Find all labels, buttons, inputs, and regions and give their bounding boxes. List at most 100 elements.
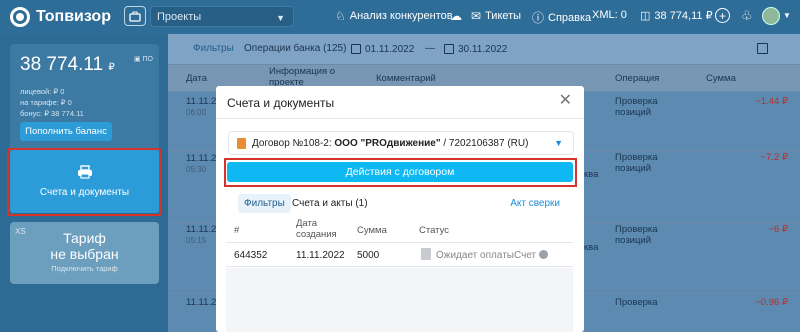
- nav-competitors-label: Анализ конкурентов: [349, 10, 453, 22]
- row-time: 05:30: [186, 165, 207, 174]
- row-operation: Проверка позиций: [615, 96, 658, 118]
- top-bar: Топвизор Проекты ▼ ♘ Анализ конкурентов …: [0, 0, 800, 34]
- export-icon[interactable]: [757, 43, 768, 54]
- col-sum: Сумма: [357, 225, 387, 236]
- tariff-size: XS: [15, 227, 26, 236]
- row-operation: Проверка позиций: [615, 152, 658, 174]
- chevron-down-icon[interactable]: ▼: [783, 11, 791, 20]
- col-num: #: [234, 225, 240, 236]
- invoice-date: 11.11.2022: [296, 250, 345, 261]
- balance-badge-text: ПО: [142, 56, 153, 63]
- row-operation: Проверка позиций: [615, 224, 658, 246]
- chevron-down-icon: ▼: [276, 13, 285, 23]
- row-comment: ква: [584, 169, 599, 180]
- contract-company: ООО "PROдвижение": [334, 137, 441, 149]
- empty-area: [226, 268, 573, 332]
- balance-badge: ▣ ПО: [134, 55, 153, 63]
- balance-currency: ₽: [108, 62, 115, 73]
- wallet-balance-value: 38 774,11 ₽: [654, 10, 713, 22]
- col-date[interactable]: Дата: [186, 73, 207, 84]
- col-created-line-1: Дата: [296, 218, 318, 229]
- invoice-status: Ожидает оплаты: [436, 250, 514, 261]
- balance-line-tariff: на тарифе: ₽ 0: [20, 98, 72, 107]
- date-separator: —: [425, 43, 435, 54]
- row-operation-line-2: позиций: [615, 107, 652, 118]
- row-sum: −7.2 ₽: [760, 152, 788, 163]
- tariff-card[interactable]: XS Тариф не выбран Подключить тариф: [10, 222, 159, 284]
- col-created: Дата создания: [296, 218, 337, 240]
- project-select[interactable]: Проекты ▼: [150, 6, 294, 27]
- filters-tab[interactable]: Фильтры: [193, 43, 234, 54]
- docs-highlight: [7, 148, 161, 216]
- tariff-link[interactable]: Подключить тариф: [10, 264, 159, 273]
- modal-tab-invoices-count: (1): [355, 198, 368, 209]
- date-from-value: 01.11.2022: [365, 43, 415, 55]
- row-operation-line-2: позиций: [615, 235, 652, 246]
- col-info: Информация о проекте: [269, 66, 335, 88]
- reconciliation-link[interactable]: Акт сверки: [510, 198, 560, 209]
- invoice-doc-link[interactable]: Счет: [514, 250, 549, 261]
- nav-competitors[interactable]: ♘ Анализ конкурентов: [335, 9, 453, 23]
- balance-amount: 38 774.11 ₽: [20, 54, 115, 76]
- project-select-value: Проекты: [157, 10, 202, 23]
- invoice-row[interactable]: 644352 11.11.2022 5000 Ожидает оплаты Сч…: [226, 243, 573, 267]
- invoice-number: 644352: [234, 250, 268, 261]
- date-to-value: 30.11.2022: [458, 43, 508, 55]
- modal-tab-filters[interactable]: Фильтры: [238, 194, 291, 213]
- row-time: 06:00: [186, 108, 207, 117]
- nav-tickets-label: Тикеты: [485, 10, 522, 22]
- modal-tab-invoices[interactable]: Счета и акты (1): [292, 198, 368, 209]
- bank-ops-tab[interactable]: Операции банка (125): [244, 43, 346, 54]
- xml-counter[interactable]: XML: 0: [592, 9, 627, 21]
- modal-tab-invoices-label: Счета и акты: [292, 198, 353, 209]
- check-circle-icon: [539, 250, 549, 259]
- row-comment: ква: [584, 242, 599, 253]
- calendar-icon: [444, 44, 454, 54]
- card-icon: ▣: [133, 56, 141, 63]
- projects-icon-button[interactable]: [124, 6, 146, 26]
- date-to[interactable]: 30.11.2022: [444, 40, 507, 58]
- contract-actions-button[interactable]: Действия с договором: [227, 162, 573, 182]
- document-icon: [421, 248, 431, 260]
- mail-icon: ✉: [471, 9, 482, 23]
- col-status: Статус: [419, 225, 450, 236]
- sidebar: 38 774.11 ₽ ▣ ПО лицевой: ₽ 0 на тарифе:…: [0, 34, 168, 332]
- date-from[interactable]: 01.11.2022: [351, 40, 414, 58]
- row-operation-line-2: позиций: [615, 163, 652, 174]
- avatar[interactable]: [762, 7, 780, 25]
- add-icon[interactable]: +: [715, 8, 730, 23]
- contract-label: Договор №108-2: ООО "PROдвижение" / 7202…: [252, 138, 528, 149]
- chevron-down-icon: ▼: [554, 138, 563, 148]
- documents-modal: Счета и документы ✕ Договор №108-2: ООО …: [216, 86, 584, 332]
- bank-ops-label: Операции банка: [244, 43, 321, 54]
- row-operation-line-1: Проверка: [615, 96, 658, 107]
- logo-icon: [10, 7, 30, 27]
- row-operation-line-1: Проверка: [615, 224, 658, 235]
- invoice-table-header: # Дата создания Сумма Статус: [226, 216, 573, 243]
- wallet-balance[interactable]: ◫ 38 774,11 ₽: [640, 9, 713, 22]
- col-info-line-1: Информация о: [269, 66, 336, 77]
- nav-tickets[interactable]: ✉ Тикеты: [471, 9, 521, 23]
- topup-button[interactable]: Пополнить баланс: [20, 122, 112, 141]
- modal-title: Счета и документы: [227, 96, 335, 110]
- col-created-line-2: создания: [296, 229, 337, 240]
- balance-breakdown: лицевой: ₽ 0 на тарифе: ₽ 0 бонус: ₽ 38 …: [20, 86, 84, 119]
- modal-header: Счета и документы ✕: [216, 86, 584, 119]
- nav-help[interactable]: ⓘ Справка: [532, 9, 591, 26]
- row-time: 05:15: [186, 236, 207, 245]
- calendar-icon: [351, 44, 361, 54]
- tariff-title-line-1: Тариф: [63, 230, 106, 246]
- row-operation-line-1: Проверка: [615, 152, 658, 163]
- col-sum[interactable]: Сумма: [706, 73, 736, 84]
- close-icon[interactable]: ✕: [559, 93, 572, 109]
- tariff-title: Тариф не выбран: [10, 230, 159, 262]
- bell-icon[interactable]: ♧: [741, 8, 753, 24]
- contract-select[interactable]: Договор №108-2: ООО "PROдвижение" / 7202…: [228, 131, 574, 155]
- logo[interactable]: Топвизор: [10, 7, 111, 27]
- nav-help-label: Справка: [548, 11, 592, 24]
- upload-button[interactable]: ☁: [450, 9, 462, 23]
- invoice-sum: 5000: [357, 250, 380, 261]
- row-operation: Проверка: [615, 297, 658, 308]
- balance-line-bonus: бонус: ₽ 38 774.11: [20, 109, 84, 118]
- filter-bar: Фильтры Операции банка (125) 01.11.2022 …: [168, 34, 800, 64]
